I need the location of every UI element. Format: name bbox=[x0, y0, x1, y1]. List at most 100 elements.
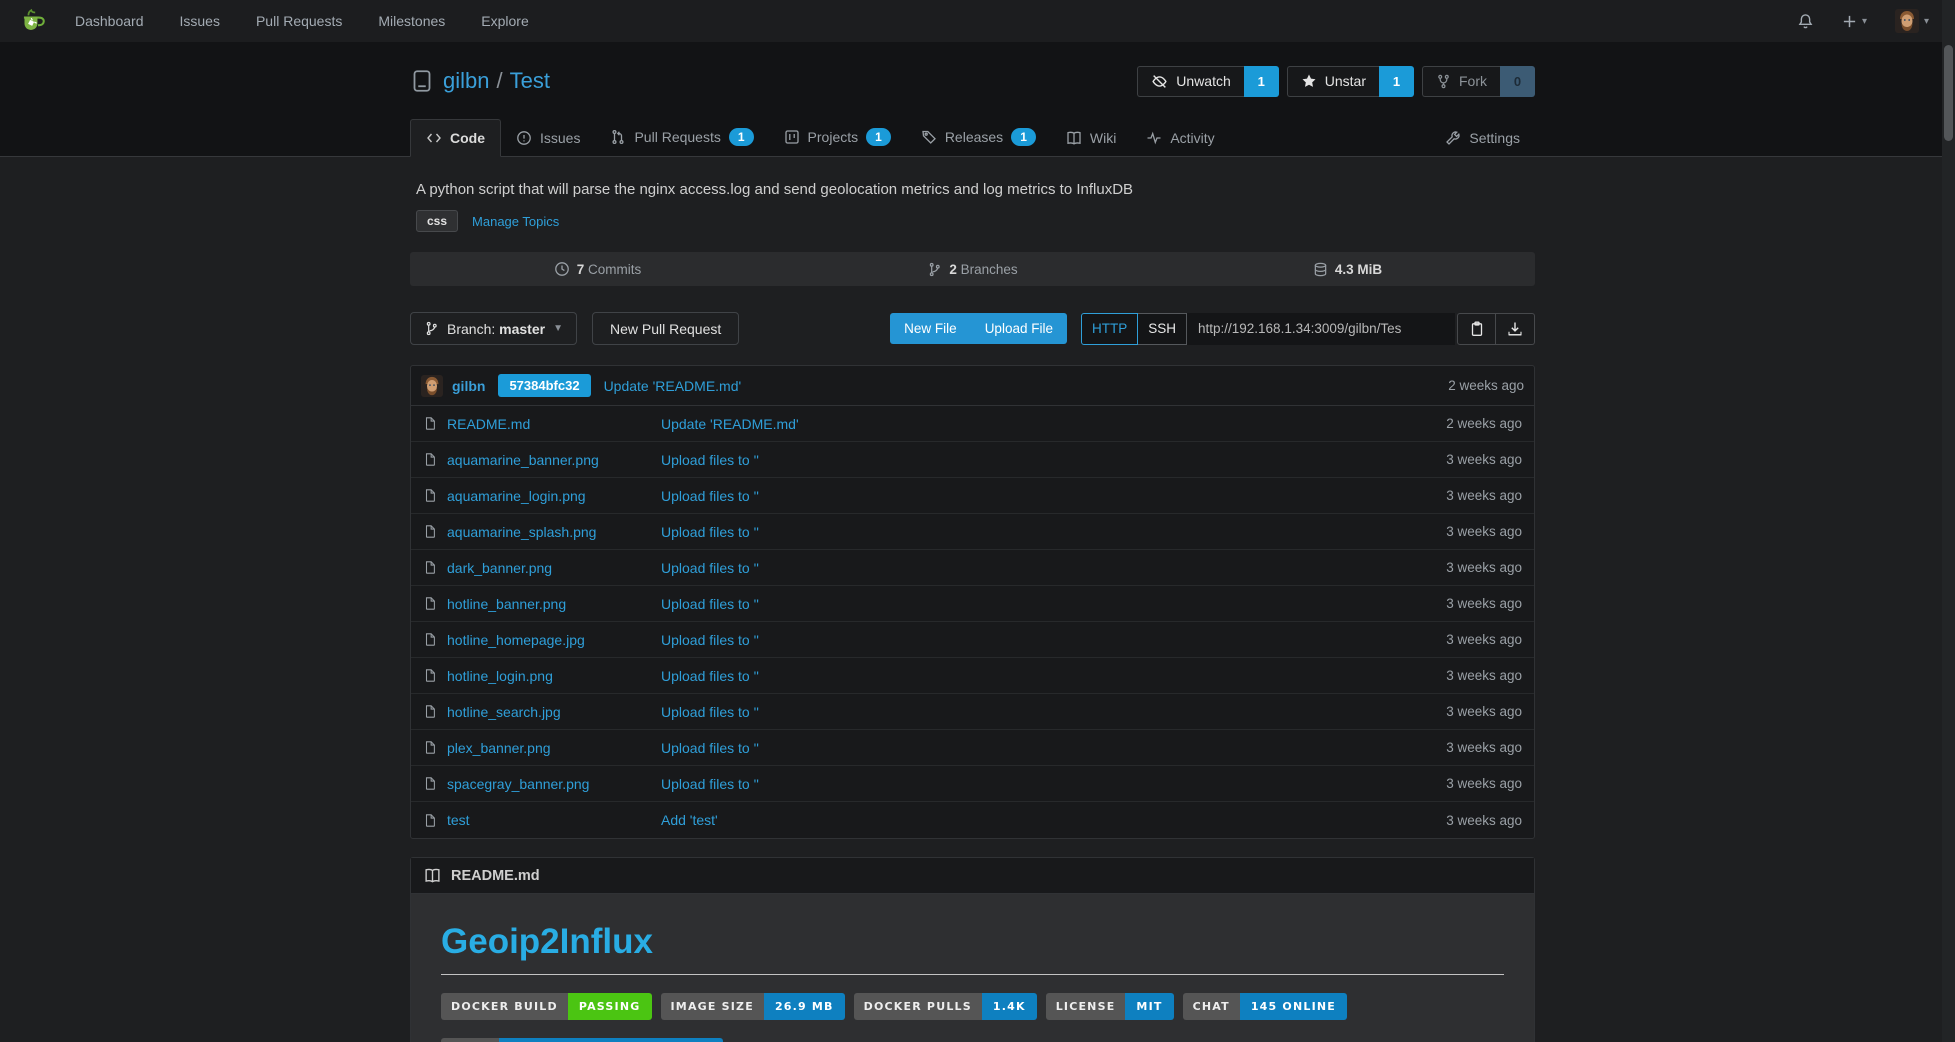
forks-count[interactable]: 0 bbox=[1500, 66, 1535, 97]
tab-projects[interactable]: Projects 1 bbox=[769, 118, 906, 156]
readme-title: Geoip2Influx bbox=[441, 922, 1504, 975]
file-commit-link[interactable]: Upload files to '' bbox=[661, 596, 759, 612]
watchers-count[interactable]: 1 bbox=[1244, 66, 1279, 97]
table-row: hotline_login.png Upload files to '' 3 w… bbox=[411, 658, 1534, 694]
unstar-button[interactable]: Unstar bbox=[1287, 66, 1379, 97]
branch-selector[interactable]: Branch: master ▼ bbox=[410, 312, 577, 345]
tab-releases[interactable]: Releases 1 bbox=[906, 118, 1051, 156]
settings-wrench-icon bbox=[1445, 130, 1461, 146]
file-name-link[interactable]: hotline_search.jpg bbox=[447, 704, 561, 720]
clone-protocol-http-button[interactable]: HTTP bbox=[1081, 313, 1138, 345]
file-age: 3 weeks ago bbox=[1446, 704, 1534, 719]
tab-code[interactable]: Code bbox=[410, 119, 501, 157]
gitea-logo[interactable] bbox=[20, 8, 47, 35]
topic-css[interactable]: css bbox=[416, 210, 458, 232]
tab-activity[interactable]: Activity bbox=[1131, 120, 1229, 156]
file-name-link[interactable]: aquamarine_banner.png bbox=[447, 452, 599, 468]
clone-protocol-ssh-button[interactable]: SSH bbox=[1138, 313, 1187, 345]
issue-icon bbox=[516, 130, 532, 146]
stars-count[interactable]: 1 bbox=[1379, 66, 1414, 97]
file-name-link[interactable]: README.md bbox=[447, 416, 530, 432]
star-group: Unstar 1 bbox=[1287, 66, 1414, 97]
nav-issues[interactable]: Issues bbox=[180, 13, 220, 29]
download-archive-button[interactable] bbox=[1496, 313, 1535, 345]
tab-issues[interactable]: Issues bbox=[501, 120, 595, 156]
stat-size[interactable]: 4.3 MiB bbox=[1160, 252, 1535, 286]
file-name-link[interactable]: aquamarine_splash.png bbox=[447, 524, 596, 540]
stat-branches[interactable]: 2 Branches bbox=[785, 252, 1160, 286]
database-icon bbox=[1313, 262, 1328, 277]
tab-wiki[interactable]: Wiki bbox=[1051, 120, 1131, 156]
notifications-bell-icon[interactable] bbox=[1797, 13, 1814, 30]
file-name-link[interactable]: plex_banner.png bbox=[447, 740, 551, 756]
file-icon bbox=[423, 488, 437, 503]
file-commit-link[interactable]: Upload files to '' bbox=[661, 668, 759, 684]
file-commit-link[interactable]: Add 'test' bbox=[661, 812, 718, 828]
user-menu[interactable]: ▾ bbox=[1895, 9, 1929, 33]
activity-pulse-icon bbox=[1146, 130, 1162, 146]
file-name-link[interactable]: aquamarine_login.png bbox=[447, 488, 586, 504]
file-age: 3 weeks ago bbox=[1446, 740, 1534, 755]
file-name-link[interactable]: hotline_homepage.jpg bbox=[447, 632, 585, 648]
repo-owner-link[interactable]: gilbn bbox=[443, 68, 489, 93]
download-icon bbox=[1507, 321, 1523, 337]
file-commit-link[interactable]: Upload files to '' bbox=[661, 560, 759, 576]
manage-topics-link[interactable]: Manage Topics bbox=[472, 214, 559, 229]
new-file-button[interactable]: New File bbox=[890, 313, 971, 344]
commit-sha-badge[interactable]: 57384bfc32 bbox=[498, 374, 590, 397]
copy-clone-url-button[interactable] bbox=[1457, 313, 1496, 345]
file-commit-link[interactable]: Update 'README.md' bbox=[661, 416, 799, 432]
file-name-link[interactable]: dark_banner.png bbox=[447, 560, 552, 576]
file-icon bbox=[423, 704, 437, 719]
upload-file-button[interactable]: Upload File bbox=[971, 313, 1067, 344]
badge-blog[interactable]: BLOG TECHNICALRAMBLINGS.COM bbox=[441, 1038, 723, 1042]
readme-section: README.md Geoip2Influx DOCKER BUILD PASS… bbox=[410, 857, 1535, 1042]
badge-chat[interactable]: CHAT 145 ONLINE bbox=[1183, 993, 1347, 1020]
file-icon bbox=[423, 740, 437, 755]
file-commit-link[interactable]: Upload files to '' bbox=[661, 704, 759, 720]
table-row: plex_banner.png Upload files to '' 3 wee… bbox=[411, 730, 1534, 766]
code-icon bbox=[426, 130, 442, 146]
file-name-link[interactable]: spacegray_banner.png bbox=[447, 776, 589, 792]
file-name-link[interactable]: test bbox=[447, 812, 470, 828]
avatar[interactable] bbox=[421, 375, 443, 397]
file-commit-link[interactable]: Upload files to '' bbox=[661, 452, 759, 468]
clipboard-icon bbox=[1469, 321, 1485, 337]
file-age: 3 weeks ago bbox=[1446, 560, 1534, 575]
tab-settings[interactable]: Settings bbox=[1430, 120, 1535, 156]
scrollbar-thumb[interactable] bbox=[1944, 45, 1953, 141]
readme-filename: README.md bbox=[451, 868, 540, 884]
file-commit-link[interactable]: Upload files to '' bbox=[661, 632, 759, 648]
new-pull-request-button[interactable]: New Pull Request bbox=[592, 312, 739, 345]
clone-url-input[interactable] bbox=[1187, 313, 1455, 345]
page-scrollbar[interactable] bbox=[1942, 0, 1955, 1042]
nav-explore[interactable]: Explore bbox=[481, 13, 528, 29]
nav-pull-requests[interactable]: Pull Requests bbox=[256, 13, 342, 29]
file-commit-link[interactable]: Upload files to '' bbox=[661, 524, 759, 540]
nav-dashboard[interactable]: Dashboard bbox=[75, 13, 144, 29]
stat-commits[interactable]: 7 Commits bbox=[410, 252, 785, 286]
table-row: hotline_homepage.jpg Upload files to '' … bbox=[411, 622, 1534, 658]
commit-message-link[interactable]: Update 'README.md' bbox=[604, 378, 742, 394]
badge-image-size[interactable]: IMAGE SIZE 26.9 MB bbox=[661, 993, 845, 1020]
nav-milestones[interactable]: Milestones bbox=[378, 13, 445, 29]
badge-docker-build[interactable]: DOCKER BUILD PASSING bbox=[441, 993, 652, 1020]
file-commit-link[interactable]: Upload files to '' bbox=[661, 776, 759, 792]
tab-pull-requests[interactable]: Pull Requests 1 bbox=[595, 118, 768, 156]
branch-icon bbox=[927, 262, 942, 277]
file-name-link[interactable]: hotline_login.png bbox=[447, 668, 553, 684]
file-commit-link[interactable]: Upload files to '' bbox=[661, 740, 759, 756]
table-row: aquamarine_splash.png Upload files to ''… bbox=[411, 514, 1534, 550]
file-browser: gilbn 57384bfc32 Update 'README.md' 2 we… bbox=[410, 365, 1535, 839]
star-icon bbox=[1301, 73, 1317, 89]
create-new-menu[interactable]: ▾ bbox=[1842, 14, 1867, 29]
file-name-link[interactable]: hotline_banner.png bbox=[447, 596, 566, 612]
badge-license[interactable]: LICENSE MIT bbox=[1046, 993, 1174, 1020]
fork-button[interactable]: Fork bbox=[1422, 66, 1500, 97]
table-row: dark_banner.png Upload files to '' 3 wee… bbox=[411, 550, 1534, 586]
badge-docker-pulls[interactable]: DOCKER PULLS 1.4K bbox=[854, 993, 1037, 1020]
file-commit-link[interactable]: Upload files to '' bbox=[661, 488, 759, 504]
commit-author-link[interactable]: gilbn bbox=[452, 378, 485, 394]
unwatch-button[interactable]: Unwatch bbox=[1137, 66, 1243, 97]
repo-name-link[interactable]: Test bbox=[510, 68, 550, 93]
